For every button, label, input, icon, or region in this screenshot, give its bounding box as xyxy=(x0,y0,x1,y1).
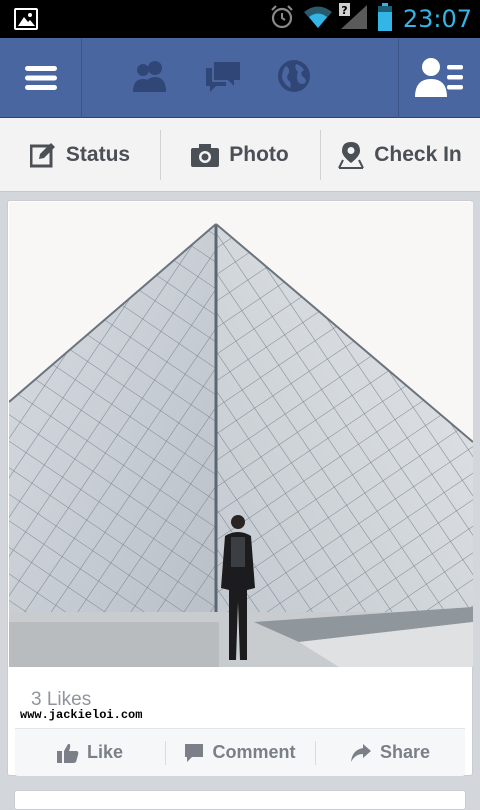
check-in-label: Check In xyxy=(374,142,462,166)
top-navbar xyxy=(0,38,480,118)
location-pin-icon xyxy=(338,141,365,169)
friends-list-icon xyxy=(414,58,463,97)
share-label: Share xyxy=(379,742,431,762)
status-button[interactable]: Status xyxy=(0,118,160,191)
friend-requests-icon xyxy=(133,60,166,92)
comment-button[interactable]: Comment xyxy=(165,729,315,776)
photo-label: Photo xyxy=(229,142,289,166)
menu-icon xyxy=(24,66,57,90)
share-button[interactable]: Share xyxy=(315,729,465,776)
messages-icon xyxy=(206,61,240,92)
status-label: Status xyxy=(65,142,131,166)
comment-icon xyxy=(185,743,204,762)
like-button[interactable]: Like xyxy=(15,729,165,776)
signal-icon: ? xyxy=(338,2,369,36)
messages-button[interactable] xyxy=(204,59,242,98)
image-notification-icon xyxy=(14,8,38,30)
menu-button[interactable] xyxy=(0,38,82,118)
comment-label: Comment xyxy=(212,742,296,762)
battery-icon xyxy=(377,2,393,36)
post-actions: Like Comment Share xyxy=(15,728,465,776)
friend-requests-button[interactable] xyxy=(130,59,170,98)
next-feed-post xyxy=(14,790,466,810)
svg-text:?: ? xyxy=(341,4,347,17)
share-arrow-icon xyxy=(350,743,371,762)
watermark-text: www.jackieloi.com xyxy=(20,708,143,722)
wifi-icon xyxy=(303,5,333,34)
edit-status-icon xyxy=(29,142,55,167)
status-bar: ? 23:07 xyxy=(0,0,480,38)
feed-post: 3 Likes Like Comment Share xyxy=(7,200,473,776)
alarm-icon xyxy=(269,4,295,35)
friends-list-button[interactable] xyxy=(398,38,480,118)
like-label: Like xyxy=(86,742,124,762)
photo-button[interactable]: Photo xyxy=(160,118,320,191)
composer-bar: Status Photo Check In xyxy=(0,118,480,192)
notifications-button[interactable] xyxy=(276,58,312,99)
check-in-button[interactable]: Check In xyxy=(320,118,480,191)
camera-icon xyxy=(191,143,220,167)
notifications-globe-icon xyxy=(278,59,310,92)
louvre-pyramid-photo xyxy=(9,202,473,667)
thumbs-up-icon xyxy=(56,743,79,763)
post-photo[interactable] xyxy=(9,202,473,667)
clock: 23:07 xyxy=(402,5,472,33)
